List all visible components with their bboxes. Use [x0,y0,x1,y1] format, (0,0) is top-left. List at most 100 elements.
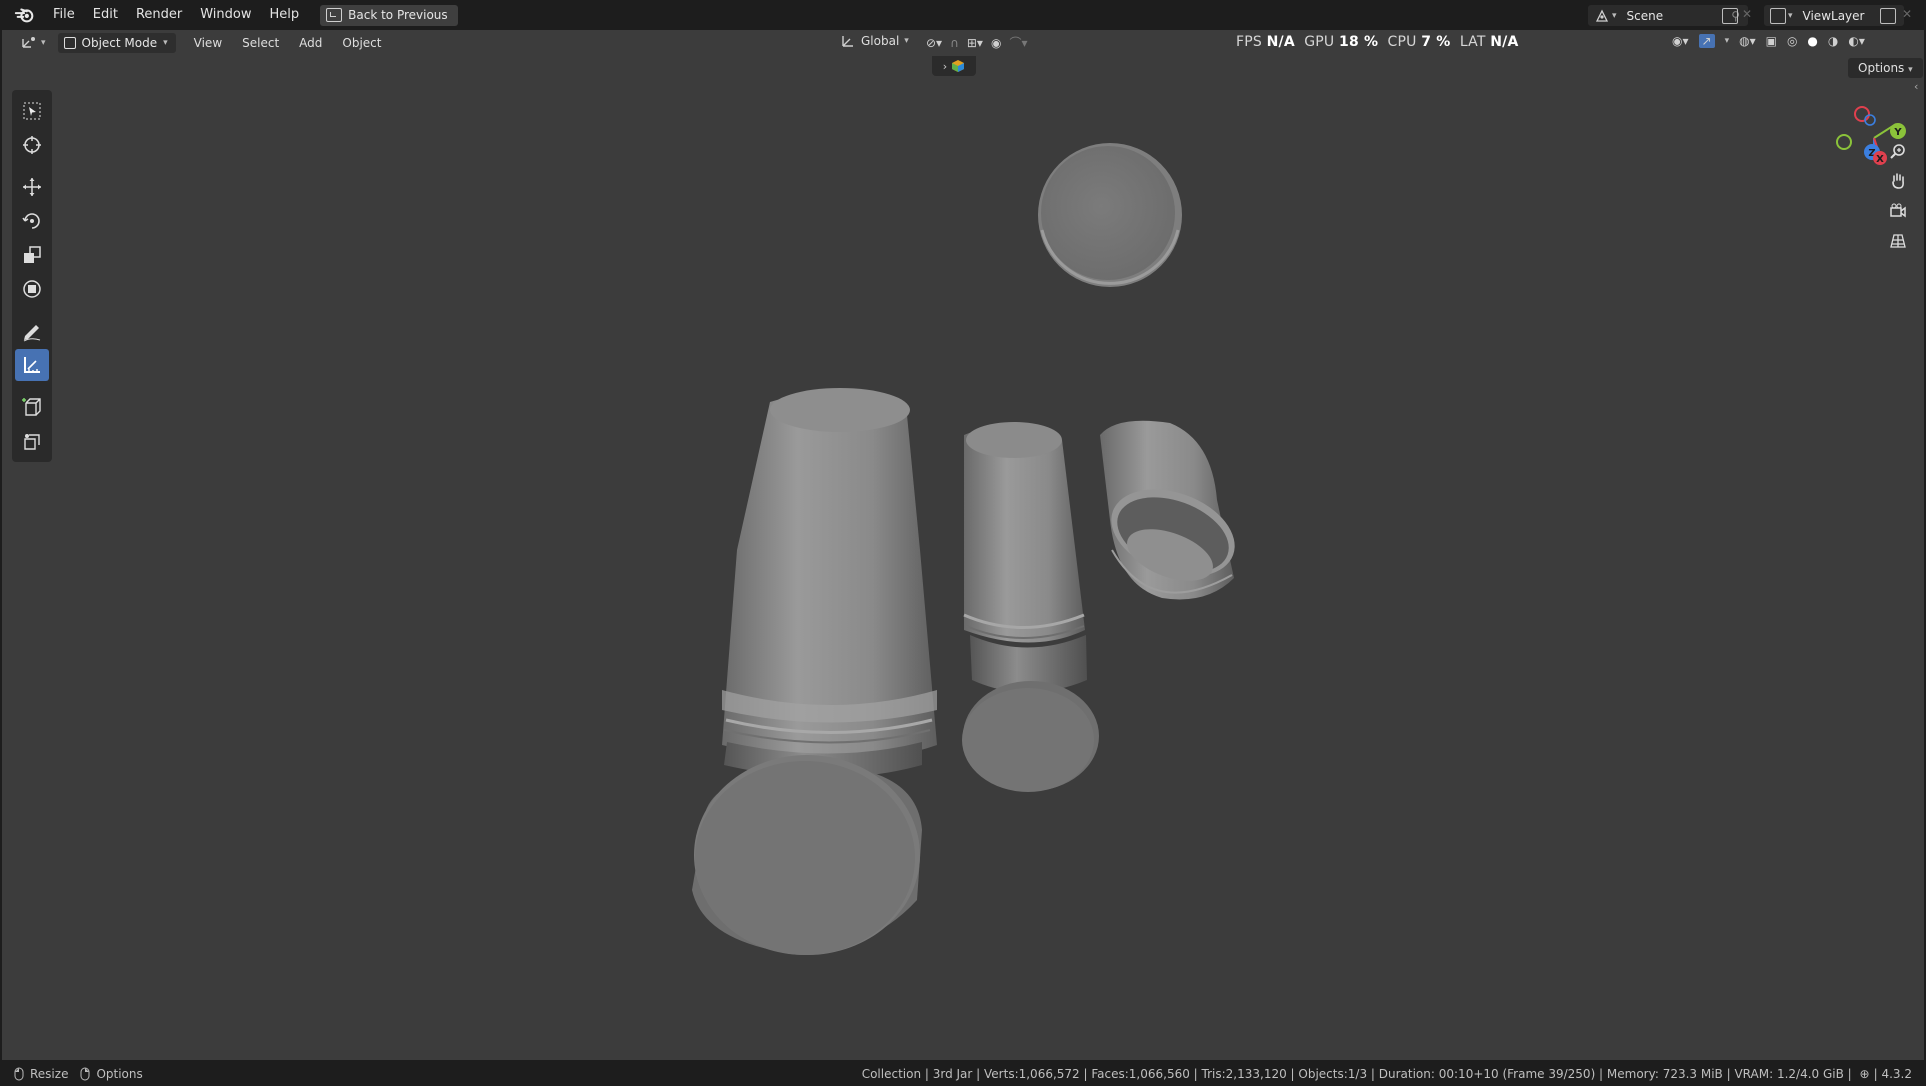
gizmo-toggle-icon[interactable]: ↗ [1698,34,1715,48]
asset-cube-icon [952,60,965,72]
zoom-view-button[interactable] [1884,138,1912,164]
cursor-icon [23,136,41,154]
shading-material-icon[interactable]: ◑ [1828,34,1838,48]
medium-jar[interactable] [962,422,1099,792]
visibility-eye-icon[interactable]: ◉▾ [1672,34,1689,48]
gizmo-dropdown-chevron-icon[interactable]: ▾ [1725,36,1730,46]
status-scene-info: Collection | 3rd Jar | Verts:1,066,572 |… [861,1067,1852,1081]
tool-select-box[interactable] [15,95,49,127]
menu-file[interactable]: File [44,0,84,30]
cpu-value: 7 % [1421,34,1451,50]
overlays-icon[interactable]: ◍▾ [1739,34,1756,48]
tool-scale[interactable] [15,239,49,271]
annotate-pencil-icon [23,325,41,342]
back-screen-icon [326,8,343,22]
header-collapse-chip[interactable]: › [932,56,976,76]
scene-icon [1595,9,1609,22]
snap-increment-icon[interactable]: ⊞▾ [967,36,983,50]
pan-view-button[interactable] [1884,168,1912,194]
menu-render[interactable]: Render [127,0,191,30]
expand-chevron-icon: › [942,59,948,73]
status-resize-hint: Resize [30,1067,69,1081]
options-label: Options [1858,61,1905,75]
tool-move[interactable] [15,171,49,203]
global-orientation-icon [842,36,853,47]
measure-ruler-icon [24,357,40,373]
transform-orientation-dropdown[interactable]: Global ▾ [840,33,909,49]
status-bar: Resize Options Collection | 3rd Jar | Ve… [0,1062,1926,1086]
zoom-magnifier-icon [1890,144,1905,159]
viewport-scene[interactable] [2,30,1924,1060]
status-options-hint: Options [96,1067,143,1081]
add-cube-icon [22,398,41,416]
back-to-previous-label: Back to Previous [348,8,448,22]
menu-edit[interactable]: Edit [84,0,127,30]
object-mode-dropdown[interactable]: Object Mode ▾ [57,33,176,53]
menu-window[interactable]: Window [191,0,260,30]
shading-solid-icon[interactable]: ● [1807,34,1817,48]
scene-name[interactable]: Scene [1627,9,1664,23]
new-scene-icon[interactable] [1722,8,1738,24]
mouse-right-icon [80,1067,90,1081]
tool-transform[interactable] [15,273,49,305]
tool-cursor[interactable] [15,129,49,161]
large-jar[interactable] [692,388,937,955]
viewlayer-icon [1770,7,1786,24]
neg-y-axis-icon[interactable] [1836,134,1852,150]
options-chevron-icon: ▾ [1908,65,1913,75]
floating-lid[interactable] [1038,143,1182,287]
performance-stats: FPS N/A GPU 18 % CPU 7 % LAT N/A [1236,34,1519,50]
orientation-label: Global [861,34,900,48]
proportional-editing-icon[interactable]: ◉ [991,36,1001,50]
viewlayer-name[interactable]: ViewLayer [1803,9,1865,23]
back-to-previous-button[interactable]: Back to Previous [320,4,458,26]
tool-measure[interactable] [15,349,49,381]
blender-logo-icon[interactable] [14,4,36,26]
menu-view[interactable]: View [186,33,230,53]
orientation-chevron-icon: ▾ [904,36,909,46]
extrude-region-icon [24,434,40,450]
rotate-icon [22,213,40,229]
shading-rendered-icon[interactable]: ◐▾ [1848,34,1865,48]
camera-icon [1890,203,1906,218]
blender-version: 4.3.2 [1881,1067,1912,1081]
scene-statistics: Collection | 3rd Jar | Verts:1,066,572 |… [861,1067,1912,1081]
menu-help[interactable]: Help [261,0,309,30]
xray-toggle-icon[interactable]: ▣ [1766,34,1777,48]
shading-wireframe-icon[interactable]: ◎ [1787,34,1797,48]
delete-viewlayer-icon[interactable]: ✕ [1902,7,1912,21]
editor-type-button[interactable]: ▾ [12,33,54,53]
object-mode-label: Object Mode [81,36,158,50]
tool-add-cube[interactable] [15,391,49,423]
pan-hand-icon [1892,173,1904,189]
menu-object[interactable]: Object [334,33,389,53]
snap-magnet-icon[interactable]: ∩ [950,36,959,50]
tool-extrude[interactable] [15,425,49,457]
options-dropdown[interactable]: Options ▾ [1848,58,1923,78]
tool-rotate[interactable] [15,205,49,237]
small-open-jar[interactable] [1099,420,1247,600]
3d-viewport-editor-icon [22,37,35,48]
cpu-label: CPU [1387,34,1417,50]
menu-select[interactable]: Select [234,33,287,53]
new-viewlayer-icon[interactable] [1880,8,1896,24]
3d-viewport[interactable]: ▾ Object Mode ▾ View Select Add Object G… [2,30,1924,1060]
neg-x-axis-icon[interactable] [1854,106,1870,122]
pivot-point-icon[interactable]: ⊘▾ [926,36,942,50]
transform-icon [23,280,41,298]
grid-perspective-icon [1890,234,1906,248]
menu-add[interactable]: Add [291,33,330,53]
viewlayer-dropdown-chevron-icon: ▾ [1788,10,1793,21]
mouse-left-icon [14,1067,24,1081]
sidebar-toggle-chevron-icon[interactable]: ‹ [1914,80,1918,93]
falloff-icon[interactable]: ⌒▾ [1009,34,1027,51]
perspective-toggle-button[interactable] [1884,228,1912,254]
camera-view-button[interactable] [1884,198,1912,224]
pivot-snap-group: ⊘▾ ∩ ⊞▾ ◉ ⌒▾ [926,34,1027,51]
delete-scene-icon[interactable]: ✕ [1742,7,1752,21]
y-axis-label: Y [1893,127,1902,138]
tool-annotate[interactable] [15,315,49,347]
editor-type-chevron-icon: ▾ [41,38,46,48]
top-menubar: File Edit Render Window Help Back to Pre… [0,0,1926,30]
lat-label: LAT [1459,34,1486,50]
